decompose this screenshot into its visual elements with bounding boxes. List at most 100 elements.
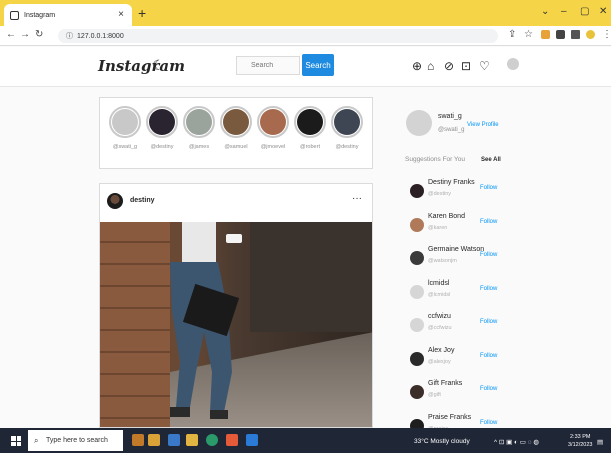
profile-icon[interactable] [586,30,595,39]
taskbar-clock[interactable]: 2:33 PM 3/12/2023 [568,433,592,449]
story-avatar-ring [109,106,141,138]
suggestion-name[interactable]: Karen Bond [428,213,465,220]
story-item[interactable]: @samuel [217,106,255,150]
browser-tab[interactable]: Instagram × [4,4,132,26]
suggestion-handle: @destiny [428,191,452,197]
suggestion-avatar[interactable] [410,351,424,366]
story-item[interactable]: @destiny [328,106,366,150]
close-window-button[interactable]: ✕ [599,6,607,17]
view-profile-link[interactable]: View Profile [467,122,499,128]
follow-button[interactable]: Follow [480,286,497,292]
dark-mode-moon-icon[interactable]: ☾ [152,57,165,74]
more-options-icon[interactable]: ··· [352,193,362,204]
story-item[interactable]: @jmoevel [254,106,292,150]
suggestion-handle: @alexjoy [428,358,451,365]
browser-tab-bar: Instagram × + ⌄ – ▢ ✕ [0,0,611,26]
suggestion-avatar[interactable] [410,385,424,399]
suggestion-avatar[interactable] [410,184,424,198]
story-item[interactable]: @swati_g [106,106,144,150]
story-avatar [334,109,360,135]
suggestion-item: Karen Bond @karen Follow [406,213,516,243]
suggestion-item: Destiny Franks @destiny Follow [406,179,516,209]
profile-handle: @swati_g [438,127,465,133]
search-input[interactable] [236,56,300,75]
explore-icon[interactable]: ⊘ [444,59,454,73]
sidebar-icon[interactable] [571,30,580,39]
story-avatar [149,109,175,135]
story-item[interactable]: @robert [291,106,329,150]
site-info-icon[interactable]: ⓘ [66,31,73,41]
suggestion-name[interactable]: Alex Joy [428,347,454,354]
windows-start-icon[interactable] [11,436,21,446]
inbox-icon[interactable]: ⊡ [461,59,471,73]
taskbar-search-box[interactable]: Type here to search [28,430,123,451]
clock-date: 3/12/2023 [568,442,593,448]
reload-icon[interactable]: ↻ [35,29,43,40]
follow-button[interactable]: Follow [480,353,497,359]
suggestion-handle: @lcmidsl [428,291,451,298]
tab-search-icon[interactable]: ⌄ [541,6,549,17]
tab-close-icon[interactable]: × [118,9,124,20]
forward-arrow-icon[interactable]: → [20,29,30,40]
vscode-icon[interactable] [246,434,258,446]
file-explorer-icon[interactable] [186,434,198,446]
system-tray-icons[interactable]: ^ ⊡ ▣ ◐ ▭ ◌ ◍ [494,438,539,446]
follow-button[interactable]: Follow [480,319,497,325]
story-item[interactable]: @james [180,106,218,150]
new-tab-button[interactable]: + [138,5,146,21]
suggestion-name[interactable]: Destiny Franks [428,179,475,186]
extension-icon[interactable] [541,30,550,39]
story-avatar-ring [183,106,215,138]
notifications-icon[interactable]: ▤ [597,438,603,446]
clock-time: 2:33 PM [569,434,591,440]
profile-name: swati_g [438,113,462,120]
story-avatar-ring [146,106,178,138]
bookmark-star-icon[interactable]: ☆ [524,29,533,40]
weather-widget[interactable]: 33°C Mostly cloudy [414,438,470,445]
story-item[interactable]: @destiny [143,106,181,150]
follow-button[interactable]: Follow [480,252,497,258]
suggestion-name[interactable]: Germaine Watson [428,246,484,253]
follow-button[interactable]: Follow [480,219,497,225]
address-bar[interactable]: ⓘ 127.0.0.1:8000 [58,29,498,43]
new-post-icon[interactable]: ⊕ [412,59,422,73]
suggestion-name[interactable]: ccfwizu [428,313,451,320]
follow-button[interactable]: Follow [480,185,497,191]
taskbar-app-icon[interactable] [132,434,144,446]
profile-avatar[interactable] [406,110,432,136]
suggestion-avatar[interactable] [410,284,424,299]
suggestion-name[interactable]: Praise Franks [428,414,471,421]
browser-menu-icon[interactable]: ⋮ [602,29,611,40]
header-profile-avatar[interactable] [507,58,519,70]
back-arrow-icon[interactable]: ← [6,29,16,40]
follow-button[interactable]: Follow [480,386,497,392]
chrome-canary-icon[interactable] [226,434,238,446]
taskbar-app-icon[interactable] [148,434,160,446]
story-avatar-ring [331,106,363,138]
story-avatar-ring [294,106,326,138]
task-view-icon[interactable] [168,434,180,446]
suggestion-name[interactable]: lcmidsl [428,280,449,287]
post-author-avatar[interactable] [107,193,123,209]
suggestions-title: Suggestions For You [405,156,465,163]
home-icon[interactable]: ⌂ [427,59,434,73]
activity-heart-icon[interactable]: ♡ [479,59,490,73]
suggestion-avatar[interactable] [410,217,424,232]
post-image[interactable] [100,222,373,428]
post-username[interactable]: destiny [130,197,155,204]
search-button[interactable]: Search [302,54,334,76]
minimize-button[interactable]: – [561,6,567,17]
see-all-link[interactable]: See All [481,157,501,163]
suggestion-name[interactable]: Gift Franks [428,380,462,387]
extensions-puzzle-icon[interactable] [556,30,565,39]
instagram-logo[interactable]: Instagram [98,57,185,75]
suggestion-avatar[interactable] [410,251,424,265]
tab-title: Instagram [24,11,56,19]
story-username: @james [188,144,210,150]
follow-button[interactable]: Follow [480,420,497,426]
suggestion-handle: @watsonjm [428,258,457,264]
suggestion-avatar[interactable] [410,318,424,332]
share-icon[interactable]: ⇪ [508,29,516,40]
edge-browser-icon[interactable] [206,434,218,446]
maximize-button[interactable]: ▢ [580,6,589,17]
